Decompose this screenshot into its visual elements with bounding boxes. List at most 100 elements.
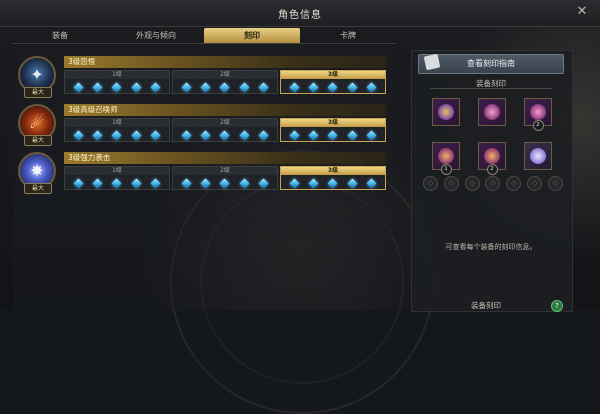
gem-icon <box>347 130 358 140</box>
gem-icon <box>308 82 319 92</box>
level-1: 1级 <box>64 118 170 142</box>
engraving-row[interactable]: ☄ 最大 3级高级召唤师 1级 2级 3级 <box>16 104 388 146</box>
tab-engraving[interactable]: 刻印 <box>204 28 300 44</box>
tab-appearance[interactable]: 外观与倾向 <box>108 28 204 44</box>
gem-icon <box>220 130 230 140</box>
gem-icon <box>92 178 103 188</box>
gem-icon <box>92 82 103 92</box>
level-label: 1级 <box>65 119 169 127</box>
tab-cards[interactable]: 卡牌 <box>300 28 396 44</box>
level-label: 2级 <box>173 167 277 175</box>
level-2: 2级 <box>172 70 278 94</box>
gem-icon <box>92 130 103 140</box>
max-badge: 最大 <box>24 87 52 98</box>
max-badge: 最大 <box>24 183 52 194</box>
bracelet-icon <box>530 148 546 164</box>
gem-icon <box>181 178 192 188</box>
level-2: 2级 <box>172 166 278 190</box>
gem-icon <box>328 178 338 188</box>
gem-icon <box>131 130 142 140</box>
gem-icon <box>150 82 161 92</box>
gem-icon <box>73 82 84 92</box>
close-icon[interactable]: ✕ <box>576 5 588 18</box>
gem-icon <box>112 130 122 140</box>
gem-icon <box>200 130 211 140</box>
gem-icon <box>112 178 122 188</box>
engraving-row[interactable]: ✦ 最大 3级怨恨 1级 2级 3级 <box>16 56 388 98</box>
gem-icon <box>150 130 161 140</box>
empty-slot-icon[interactable]: ◇ <box>443 176 459 191</box>
window-title: 角色信息 <box>278 10 322 21</box>
gem-icon <box>366 82 377 92</box>
empty-slot-icon[interactable]: ◇ <box>423 176 438 191</box>
level-label: 1级 <box>65 167 169 175</box>
gem-icon <box>328 130 338 140</box>
equipment-slot[interactable]: 2 <box>524 98 552 131</box>
earring-icon <box>484 104 500 120</box>
gem-icon <box>181 82 192 92</box>
bottom-section-title: 装备刻印 <box>471 301 501 310</box>
equipment-slot[interactable] <box>432 98 460 126</box>
gem-icon <box>112 82 122 92</box>
title-bar: 角色信息 ✕ <box>0 0 600 27</box>
gem-icon <box>258 130 269 140</box>
slot-number: 2 <box>532 120 544 131</box>
empty-slot-icon[interactable]: ◇ <box>485 176 501 191</box>
slot-number: 1 <box>440 164 452 175</box>
gem-icon <box>73 130 84 140</box>
engraving-levels: 1级 2级 3级 <box>64 70 386 94</box>
engraving-name: 3级高级召唤师 <box>64 104 386 116</box>
gem-icon <box>150 178 161 188</box>
level-label: 3级 <box>281 119 385 127</box>
empty-slot-icon[interactable]: ◇ <box>527 176 543 191</box>
gem-icon <box>366 178 377 188</box>
help-icon[interactable]: ? <box>551 300 563 312</box>
equipment-slot[interactable] <box>478 98 506 126</box>
slot-number: 2 <box>486 164 498 175</box>
gem-icon <box>347 82 358 92</box>
tab-equipment[interactable]: 装备 <box>12 28 108 44</box>
max-badge: 最大 <box>24 135 52 146</box>
gem-icon <box>328 82 338 92</box>
gem-icon <box>366 130 377 140</box>
accessory-slot-row: ◇ ◇ ◇ ◇ ◇ ◇ ◇ <box>423 176 563 191</box>
engraving-levels: 1级 2级 3级 <box>64 166 386 190</box>
divider <box>430 88 552 89</box>
gem-icon <box>289 178 300 188</box>
earring-icon <box>530 104 546 120</box>
level-1: 1级 <box>64 166 170 190</box>
gem-icon <box>308 178 319 188</box>
gem-icon <box>289 82 300 92</box>
level-label: 2级 <box>173 71 277 79</box>
gem-icon <box>308 130 319 140</box>
gem-icon <box>239 178 250 188</box>
gem-icon <box>181 130 192 140</box>
level-3: 3级 <box>280 118 386 142</box>
gem-icon <box>258 82 269 92</box>
level-label: 1级 <box>65 71 169 79</box>
tab-bar: 装备 外观与倾向 刻印 卡牌 <box>12 28 396 44</box>
equipment-slot[interactable] <box>524 142 552 170</box>
level-label: 3级 <box>281 167 385 175</box>
gem-icon <box>347 178 358 188</box>
empty-slot-icon[interactable]: ◇ <box>547 176 563 191</box>
equipment-slot[interactable]: 2 <box>478 142 506 175</box>
engraving-row[interactable]: ✸ 最大 3级强力袭击 1级 2级 3级 <box>16 152 388 194</box>
ring-icon <box>438 148 454 164</box>
gem-icon <box>131 82 142 92</box>
gem-icon <box>289 130 300 140</box>
book-icon <box>423 53 441 71</box>
level-3: 3级 <box>280 70 386 94</box>
equipment-slot[interactable]: 1 <box>432 142 460 175</box>
necklace-icon <box>438 104 454 120</box>
gem-icon <box>200 82 211 92</box>
gem-icon <box>131 178 142 188</box>
gem-icon <box>239 130 250 140</box>
gem-icon <box>220 178 230 188</box>
engraving-guide-button[interactable]: 查看刻印指南 <box>418 54 564 74</box>
empty-slot-icon[interactable]: ◇ <box>506 176 522 191</box>
gem-icon <box>258 178 269 188</box>
gem-icon <box>73 178 84 188</box>
gem-icon <box>220 82 230 92</box>
empty-slot-icon[interactable]: ◇ <box>464 176 480 191</box>
